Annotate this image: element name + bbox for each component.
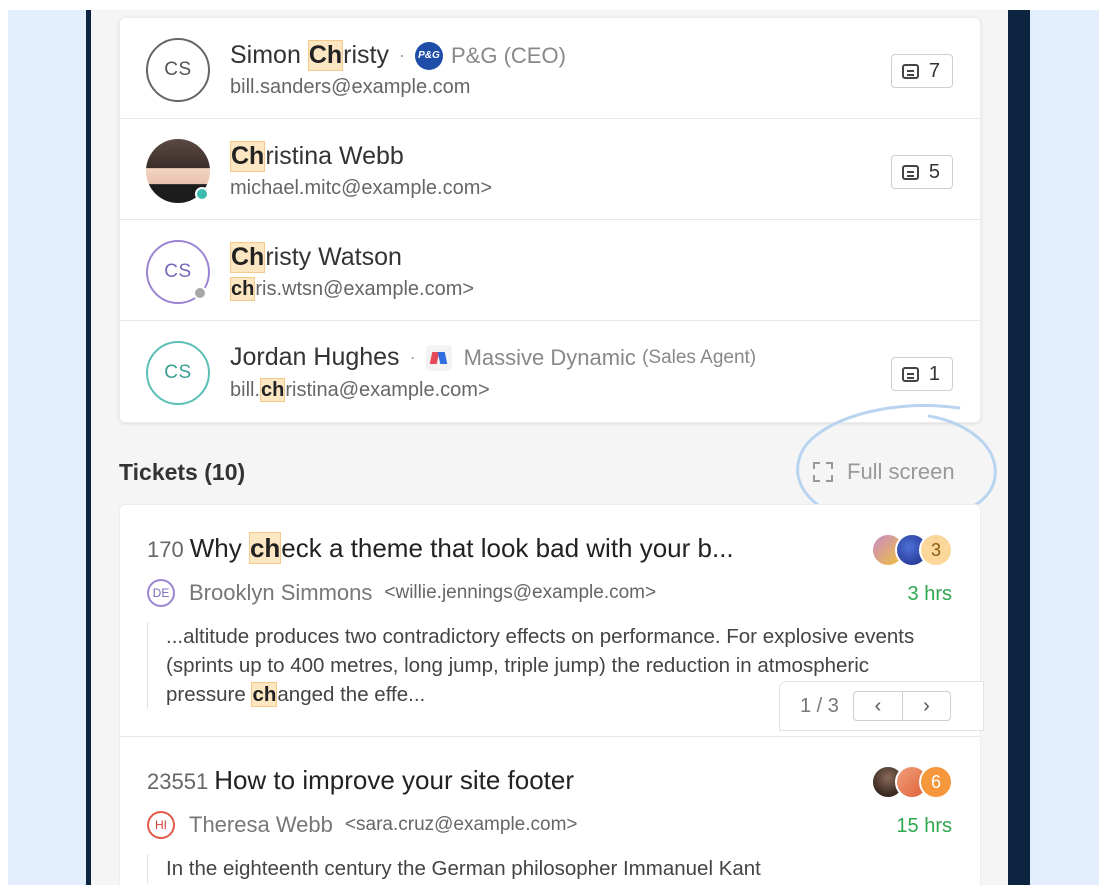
org-role: (Sales Agent) — [642, 346, 757, 368]
search-highlight: ch — [260, 378, 286, 402]
offline-status-indicator — [193, 286, 207, 300]
ticket-time: 15 hrs — [896, 815, 952, 837]
contact-email: chris.wtsn@example.com> — [230, 277, 475, 301]
ticket-count-badge[interactable]: 7 — [890, 54, 953, 88]
search-highlight: Ch — [230, 242, 266, 273]
org-role: (CEO) — [503, 42, 566, 68]
requester-email: <sara.cruz@example.com> — [344, 814, 578, 835]
ticket-requester: HI Theresa Webb <sara.cruz@example.com> — [147, 811, 578, 839]
contact-row[interactable]: CS Ch risty Watson chris.wtsn@example.com… — [120, 220, 980, 321]
email-text: bill. — [230, 379, 261, 401]
contact-name: Jordan Hughes · Massive Dynamic (Sales A… — [230, 343, 756, 372]
ticket-count: 5 — [928, 160, 940, 183]
ticket-number: 170 — [147, 537, 184, 562]
title-text: How to improve your site footer — [214, 765, 574, 795]
snippet-text: In the eighteenth century the German phi… — [166, 857, 761, 880]
email-text: bill.sanders@example.com — [230, 76, 471, 98]
match-pager: 1 / 3 ‹ › — [779, 681, 984, 731]
requester-avatar: DE — [147, 579, 175, 607]
separator-dot: · — [409, 347, 416, 367]
name-text: Jordan Hughes — [230, 343, 400, 371]
assignee-count: 3 — [919, 533, 953, 567]
ticket-time: 3 hrs — [907, 583, 952, 605]
email-text: ristina@example.com> — [285, 379, 490, 401]
ticket-number: 23551 — [147, 769, 209, 794]
ticket-icon — [901, 63, 919, 79]
tickets-section-title: Tickets (10) — [119, 459, 246, 485]
ticket-snippet: In the eighteenth century the German phi… — [147, 854, 932, 883]
avatar-initials: CS — [164, 59, 192, 80]
avatar: CS — [146, 38, 210, 102]
pager-buttons: ‹ › — [852, 691, 951, 721]
ticket-title[interactable]: 23551 How to improve your site footer — [147, 765, 574, 796]
contact-email: bill.sanders@example.com — [230, 76, 470, 99]
org-name: P&G — [450, 42, 498, 68]
full-screen-label: Full screen — [847, 459, 955, 484]
org-name: Massive Dynamic — [463, 344, 636, 370]
contact-name: Ch ristina Webb — [230, 141, 404, 172]
assignee-avatars[interactable]: 6 — [871, 765, 953, 799]
contact-name: Ch risty Watson — [230, 242, 402, 273]
separator-dot: · — [398, 45, 405, 65]
ticket-count-badge[interactable]: 1 — [890, 357, 953, 391]
assignee-count: 6 — [919, 765, 953, 799]
contact-email: bill.christina@example.com> — [230, 378, 490, 402]
previous-match-button[interactable]: ‹ — [854, 692, 902, 720]
email-text: ris.wtsn@example.com> — [255, 278, 475, 300]
name-text: risty — [343, 41, 389, 69]
snippet-text: anged the effe... — [277, 683, 426, 706]
avatar: CS — [146, 240, 210, 304]
ticket-count-badge[interactable]: 5 — [890, 155, 953, 189]
full-screen-button[interactable]: Full screen — [813, 459, 955, 485]
title-text: Why — [189, 533, 249, 563]
right-divider — [1008, 10, 1030, 885]
ticket-icon — [901, 366, 919, 382]
name-text: ristina Webb — [265, 142, 404, 170]
organization[interactable]: Massive Dynamic (Sales Agent) — [425, 344, 757, 371]
expand-icon — [813, 462, 833, 482]
assignee-avatars[interactable]: 3 — [871, 533, 953, 567]
title-text: eck a theme that look bad with your b... — [281, 533, 734, 563]
ticket-card[interactable]: 23551 How to improve your site footer 6 H… — [120, 737, 980, 885]
pager-position: 1 / 3 — [800, 694, 839, 717]
ticket-card[interactable]: 170 Why check a theme that look bad with … — [120, 505, 984, 737]
avatar-initials: CS — [164, 261, 192, 282]
massive-dynamic-logo-icon — [425, 344, 452, 371]
contact-email: michael.mitc@example.com> — [230, 177, 492, 200]
search-results-panel: CS Simon Ch risty · P&G P&G (CEO) bill.sa… — [91, 10, 1008, 885]
contact-row[interactable]: CS Simon Ch risty · P&G P&G (CEO) bill.sa… — [120, 18, 980, 119]
search-highlight: Ch — [230, 141, 266, 172]
requester-email: <willie.jennings@example.com> — [384, 582, 657, 603]
ticket-count: 1 — [928, 362, 940, 385]
next-match-button[interactable]: › — [901, 692, 950, 720]
search-highlight: Ch — [307, 40, 344, 71]
search-highlight: ch — [230, 277, 256, 301]
contact-row[interactable]: CS Jordan Hughes · Massive Dynamic (Sale… — [120, 321, 980, 422]
online-status-indicator — [195, 187, 209, 201]
search-highlight: ch — [248, 532, 282, 564]
name-text: risty Watson — [265, 243, 402, 271]
contacts-list: CS Simon Ch risty · P&G P&G (CEO) bill.sa… — [119, 17, 981, 423]
requester-name[interactable]: Brooklyn Simmons — [189, 580, 372, 606]
organization[interactable]: P&G P&G (CEO) — [414, 41, 566, 70]
ticket-icon — [901, 164, 919, 180]
requester-name[interactable]: Theresa Webb — [189, 812, 333, 838]
email-text: michael.mitc@example.com> — [230, 177, 493, 199]
requester-avatar: HI — [147, 811, 175, 839]
tickets-list: 170 Why check a theme that look bad with … — [119, 504, 984, 885]
contact-row[interactable]: Ch ristina Webb michael.mitc@example.com>… — [120, 119, 980, 220]
pg-logo-icon: P&G — [414, 41, 443, 70]
ticket-count: 7 — [928, 59, 940, 82]
name-text: Simon — [230, 41, 308, 69]
ticket-title[interactable]: 170 Why check a theme that look bad with … — [147, 532, 734, 564]
avatar-photo — [146, 139, 210, 203]
contact-name: Simon Ch risty · P&G P&G (CEO) — [230, 40, 566, 71]
search-highlight: ch — [251, 682, 278, 707]
avatar-initials: CS — [164, 362, 192, 383]
ticket-requester: DE Brooklyn Simmons <willie.jennings@exa… — [147, 579, 656, 607]
avatar: CS — [146, 341, 210, 405]
